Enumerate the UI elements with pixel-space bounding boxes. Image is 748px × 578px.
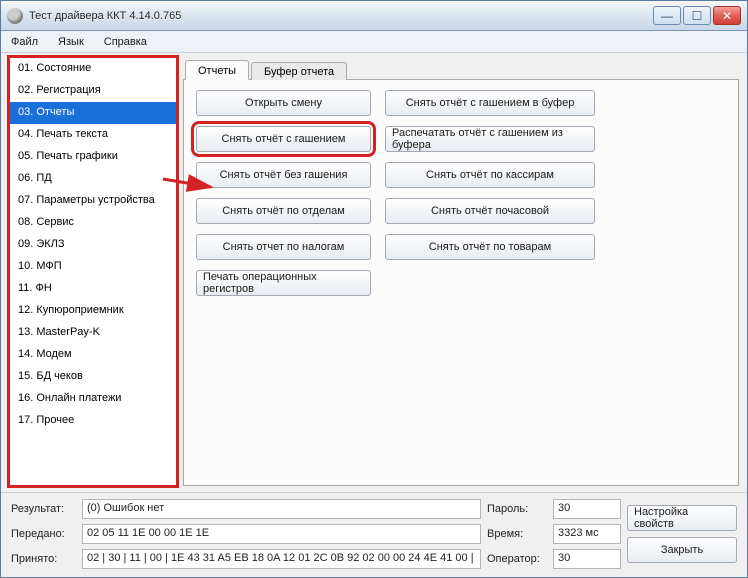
time-label: Время:: [487, 528, 547, 540]
sidebar-item-8[interactable]: 09. ЭКЛЗ: [10, 234, 176, 256]
sidebar-item-14[interactable]: 15. БД чеков: [10, 366, 176, 388]
report-by-goods-button[interactable]: Снять отчёт по товарам: [385, 234, 595, 260]
sidebar-item-1[interactable]: 02. Регистрация: [10, 80, 176, 102]
window-controls: — ☐ ✕: [653, 6, 741, 25]
titlebar: Тест драйвера ККТ 4.14.0.765 — ☐ ✕: [1, 1, 747, 31]
sent-label: Передано:: [11, 528, 76, 540]
sidebar-item-4[interactable]: 05. Печать графики: [10, 146, 176, 168]
app-icon: [7, 8, 23, 24]
menu-help[interactable]: Справка: [100, 34, 151, 50]
sidebar-item-6[interactable]: 07. Параметры устройства: [10, 190, 176, 212]
operator-value[interactable]: 30: [553, 549, 621, 569]
sidebar-item-11[interactable]: 12. Купюроприемник: [10, 300, 176, 322]
sidebar: 01. Состояние02. Регистрация03. Отчеты04…: [9, 57, 177, 486]
recv-label: Принято:: [11, 553, 76, 565]
report-by-dept-button[interactable]: Снять отчёт по отделам: [196, 198, 371, 224]
menubar: Файл Язык Справка: [1, 31, 747, 53]
minimize-button[interactable]: —: [653, 6, 681, 25]
menu-language[interactable]: Язык: [54, 34, 88, 50]
body-area: 01. Состояние02. Регистрация03. Отчеты04…: [1, 53, 747, 492]
report-by-cashiers-button[interactable]: Снять отчёт по кассирам: [385, 162, 595, 188]
status-bar: Результат: (0) Ошибок нет Пароль: 30 Нас…: [1, 492, 747, 577]
print-op-registers-button[interactable]: Печать операционных регистров: [196, 270, 371, 296]
report-hourly-button[interactable]: Снять отчёт почасовой: [385, 198, 595, 224]
sidebar-item-12[interactable]: 13. MasterPay-K: [10, 322, 176, 344]
sidebar-item-3[interactable]: 04. Печать текста: [10, 124, 176, 146]
open-shift-button[interactable]: Открыть смену: [196, 90, 371, 116]
sent-value: 02 05 11 1E 00 00 1E 1E: [82, 524, 481, 544]
recv-value: 02 | 30 | 11 | 00 | 1E 43 31 A5 EB 18 0A…: [82, 549, 481, 569]
z-report-to-buffer-button[interactable]: Снять отчёт с гашением в буфер: [385, 90, 595, 116]
window-title: Тест драйвера ККТ 4.14.0.765: [29, 10, 653, 22]
tabs: Отчеты Буфер отчета: [185, 57, 739, 80]
operator-label: Оператор:: [487, 553, 547, 565]
password-label: Пароль:: [487, 503, 547, 515]
properties-button[interactable]: Настройка свойств: [627, 505, 737, 531]
sidebar-item-5[interactable]: 06. ПД: [10, 168, 176, 190]
z-report-button[interactable]: Снять отчёт с гашением: [196, 126, 371, 152]
sidebar-item-7[interactable]: 08. Сервис: [10, 212, 176, 234]
sidebar-item-2[interactable]: 03. Отчеты: [10, 102, 176, 124]
password-value[interactable]: 30: [553, 499, 621, 519]
sidebar-item-9[interactable]: 10. МФП: [10, 256, 176, 278]
sidebar-item-16[interactable]: 17. Прочее: [10, 410, 176, 432]
main-panel: Отчеты Буфер отчета Открыть смену Снять …: [183, 57, 739, 486]
close-window-button[interactable]: ✕: [713, 6, 741, 25]
close-button[interactable]: Закрыть: [627, 537, 737, 563]
tab-buffer[interactable]: Буфер отчета: [251, 62, 347, 80]
tab-panel-reports: Открыть смену Снять отчёт с гашением в б…: [183, 79, 739, 486]
result-label: Результат:: [11, 503, 76, 515]
sidebar-item-13[interactable]: 14. Модем: [10, 344, 176, 366]
menu-file[interactable]: Файл: [7, 34, 42, 50]
maximize-button[interactable]: ☐: [683, 6, 711, 25]
print-z-from-buffer-button[interactable]: Распечатать отчёт с гашением из буфера: [385, 126, 595, 152]
x-report-button[interactable]: Снять отчёт без гашения: [196, 162, 371, 188]
tab-reports[interactable]: Отчеты: [185, 60, 249, 80]
app-window: Тест драйвера ККТ 4.14.0.765 — ☐ ✕ Файл …: [0, 0, 748, 578]
report-by-tax-button[interactable]: Снять отчет по налогам: [196, 234, 371, 260]
time-value: 3323 мс: [553, 524, 621, 544]
sidebar-item-10[interactable]: 11. ФН: [10, 278, 176, 300]
result-value: (0) Ошибок нет: [82, 499, 481, 519]
sidebar-item-15[interactable]: 16. Онлайн платежи: [10, 388, 176, 410]
sidebar-item-0[interactable]: 01. Состояние: [10, 58, 176, 80]
